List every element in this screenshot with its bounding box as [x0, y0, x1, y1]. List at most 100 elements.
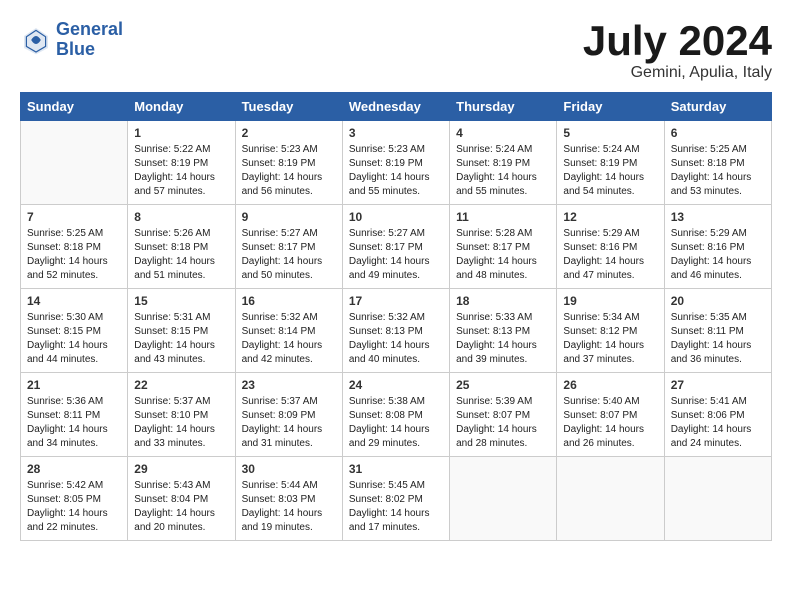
day-info: Sunrise: 5:26 AM Sunset: 8:18 PM Dayligh…	[134, 227, 228, 283]
day-info: Sunrise: 5:33 AM Sunset: 8:13 PM Dayligh…	[456, 311, 550, 367]
day-number: 9	[242, 210, 336, 224]
day-cell: 26 Sunrise: 5:40 AM Sunset: 8:07 PM Dayli…	[557, 373, 664, 457]
day-info: Sunrise: 5:39 AM Sunset: 8:07 PM Dayligh…	[456, 395, 550, 451]
day-cell	[664, 457, 771, 541]
day-info: Sunrise: 5:45 AM Sunset: 8:02 PM Dayligh…	[349, 479, 443, 535]
day-cell: 30 Sunrise: 5:44 AM Sunset: 8:03 PM Dayli…	[235, 457, 342, 541]
day-number: 14	[27, 294, 121, 308]
day-cell: 29 Sunrise: 5:43 AM Sunset: 8:04 PM Dayli…	[128, 457, 235, 541]
day-number: 29	[134, 462, 228, 476]
day-cell: 5Sunrise: 5:24 AM Sunset: 8:19 PM Daylig…	[557, 121, 664, 205]
day-number: 25	[456, 378, 550, 392]
day-info: Sunrise: 5:24 AM Sunset: 8:19 PM Dayligh…	[456, 143, 550, 199]
day-cell: 18Sunrise: 5:33 AM Sunset: 8:13 PM Dayli…	[450, 289, 557, 373]
day-info: Sunrise: 5:38 AM Sunset: 8:08 PM Dayligh…	[349, 395, 443, 451]
day-cell: 8 Sunrise: 5:26 AM Sunset: 8:18 PM Daylig…	[128, 205, 235, 289]
day-number: 31	[349, 462, 443, 476]
day-info: Sunrise: 5:34 AM Sunset: 8:12 PM Dayligh…	[563, 311, 657, 367]
day-number: 24	[349, 378, 443, 392]
day-number: 19	[563, 294, 657, 308]
day-cell: 25 Sunrise: 5:39 AM Sunset: 8:07 PM Dayli…	[450, 373, 557, 457]
day-number: 8	[134, 210, 228, 224]
week-row-1: 1 Sunrise: 5:22 AM Sunset: 8:19 PM Daylig…	[21, 121, 772, 205]
weekday-header-sunday: Sunday	[21, 93, 128, 121]
day-number: 13	[671, 210, 765, 224]
day-info: Sunrise: 5:30 AM Sunset: 8:15 PM Dayligh…	[27, 311, 121, 367]
day-info: Sunrise: 5:22 AM Sunset: 8:19 PM Dayligh…	[134, 143, 228, 199]
day-number: 20	[671, 294, 765, 308]
day-cell: 15 Sunrise: 5:31 AM Sunset: 8:15 PM Dayli…	[128, 289, 235, 373]
title-block: July 2024 Gemini, Apulia, Italy	[583, 20, 772, 82]
day-number: 26	[563, 378, 657, 392]
weekday-header-wednesday: Wednesday	[342, 93, 449, 121]
logo-text: General Blue	[56, 20, 123, 60]
day-cell: 4 Sunrise: 5:24 AM Sunset: 8:19 PM Daylig…	[450, 121, 557, 205]
day-cell: 24 Sunrise: 5:38 AM Sunset: 8:08 PM Dayli…	[342, 373, 449, 457]
day-number: 7	[27, 210, 121, 224]
day-info: Sunrise: 5:23 AM Sunset: 8:19 PM Dayligh…	[349, 143, 443, 199]
day-cell: 2 Sunrise: 5:23 AM Sunset: 8:19 PM Daylig…	[235, 121, 342, 205]
logo: General Blue	[20, 20, 123, 60]
day-cell: 19 Sunrise: 5:34 AM Sunset: 8:12 PM Dayli…	[557, 289, 664, 373]
day-info: Sunrise: 5:25 AM Sunset: 8:18 PM Dayligh…	[671, 143, 765, 199]
day-info: Sunrise: 5:40 AM Sunset: 8:07 PM Dayligh…	[563, 395, 657, 451]
week-row-3: 14 Sunrise: 5:30 AM Sunset: 8:15 PM Dayli…	[21, 289, 772, 373]
day-cell: 12Sunrise: 5:29 AM Sunset: 8:16 PM Dayli…	[557, 205, 664, 289]
calendar-table: SundayMondayTuesdayWednesdayThursdayFrid…	[20, 92, 772, 541]
day-cell	[21, 121, 128, 205]
day-number: 10	[349, 210, 443, 224]
day-cell: 1 Sunrise: 5:22 AM Sunset: 8:19 PM Daylig…	[128, 121, 235, 205]
day-number: 30	[242, 462, 336, 476]
day-cell: 10 Sunrise: 5:27 AM Sunset: 8:17 PM Dayli…	[342, 205, 449, 289]
weekday-header-tuesday: Tuesday	[235, 93, 342, 121]
day-cell: 23 Sunrise: 5:37 AM Sunset: 8:09 PM Dayli…	[235, 373, 342, 457]
day-number: 1	[134, 126, 228, 140]
day-cell: 7 Sunrise: 5:25 AM Sunset: 8:18 PM Daylig…	[21, 205, 128, 289]
day-number: 6	[671, 126, 765, 140]
day-cell	[450, 457, 557, 541]
day-number: 2	[242, 126, 336, 140]
day-number: 5	[563, 126, 657, 140]
day-cell: 14 Sunrise: 5:30 AM Sunset: 8:15 PM Dayli…	[21, 289, 128, 373]
day-cell: 6 Sunrise: 5:25 AM Sunset: 8:18 PM Daylig…	[664, 121, 771, 205]
day-info: Sunrise: 5:37 AM Sunset: 8:10 PM Dayligh…	[134, 395, 228, 451]
day-number: 11	[456, 210, 550, 224]
day-cell: 27Sunrise: 5:41 AM Sunset: 8:06 PM Dayli…	[664, 373, 771, 457]
day-cell: 17Sunrise: 5:32 AM Sunset: 8:13 PM Dayli…	[342, 289, 449, 373]
day-number: 16	[242, 294, 336, 308]
day-info: Sunrise: 5:36 AM Sunset: 8:11 PM Dayligh…	[27, 395, 121, 451]
day-cell: 11 Sunrise: 5:28 AM Sunset: 8:17 PM Dayli…	[450, 205, 557, 289]
weekday-header-monday: Monday	[128, 93, 235, 121]
day-info: Sunrise: 5:23 AM Sunset: 8:19 PM Dayligh…	[242, 143, 336, 199]
day-info: Sunrise: 5:27 AM Sunset: 8:17 PM Dayligh…	[349, 227, 443, 283]
day-info: Sunrise: 5:25 AM Sunset: 8:18 PM Dayligh…	[27, 227, 121, 283]
day-cell: 28Sunrise: 5:42 AM Sunset: 8:05 PM Dayli…	[21, 457, 128, 541]
day-info: Sunrise: 5:41 AM Sunset: 8:06 PM Dayligh…	[671, 395, 765, 451]
day-info: Sunrise: 5:27 AM Sunset: 8:17 PM Dayligh…	[242, 227, 336, 283]
day-number: 12	[563, 210, 657, 224]
week-row-5: 28Sunrise: 5:42 AM Sunset: 8:05 PM Dayli…	[21, 457, 772, 541]
day-info: Sunrise: 5:44 AM Sunset: 8:03 PM Dayligh…	[242, 479, 336, 535]
logo-icon	[20, 24, 52, 56]
day-info: Sunrise: 5:29 AM Sunset: 8:16 PM Dayligh…	[671, 227, 765, 283]
day-cell: 31 Sunrise: 5:45 AM Sunset: 8:02 PM Dayli…	[342, 457, 449, 541]
day-cell: 22 Sunrise: 5:37 AM Sunset: 8:10 PM Dayli…	[128, 373, 235, 457]
day-number: 4	[456, 126, 550, 140]
day-number: 22	[134, 378, 228, 392]
day-info: Sunrise: 5:32 AM Sunset: 8:13 PM Dayligh…	[349, 311, 443, 367]
day-info: Sunrise: 5:43 AM Sunset: 8:04 PM Dayligh…	[134, 479, 228, 535]
day-number: 23	[242, 378, 336, 392]
location-subtitle: Gemini, Apulia, Italy	[583, 64, 772, 82]
day-number: 3	[349, 126, 443, 140]
day-info: Sunrise: 5:35 AM Sunset: 8:11 PM Dayligh…	[671, 311, 765, 367]
day-cell: 3 Sunrise: 5:23 AM Sunset: 8:19 PM Daylig…	[342, 121, 449, 205]
day-info: Sunrise: 5:28 AM Sunset: 8:17 PM Dayligh…	[456, 227, 550, 283]
day-info: Sunrise: 5:37 AM Sunset: 8:09 PM Dayligh…	[242, 395, 336, 451]
day-cell: 13 Sunrise: 5:29 AM Sunset: 8:16 PM Dayli…	[664, 205, 771, 289]
day-cell: 20 Sunrise: 5:35 AM Sunset: 8:11 PM Dayli…	[664, 289, 771, 373]
day-info: Sunrise: 5:32 AM Sunset: 8:14 PM Dayligh…	[242, 311, 336, 367]
day-info: Sunrise: 5:31 AM Sunset: 8:15 PM Dayligh…	[134, 311, 228, 367]
day-number: 15	[134, 294, 228, 308]
day-info: Sunrise: 5:42 AM Sunset: 8:05 PM Dayligh…	[27, 479, 121, 535]
month-title: July 2024	[583, 20, 772, 62]
